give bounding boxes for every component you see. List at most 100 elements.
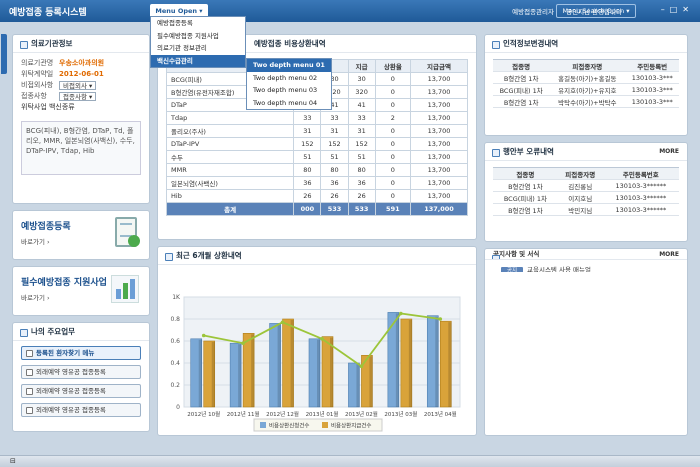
minimize-icon[interactable]: –	[661, 5, 670, 14]
table-cell: 36	[293, 176, 322, 190]
my-work-item[interactable]: 외래예약 영유공 접종등록	[21, 403, 141, 417]
line-point	[201, 333, 206, 338]
table-row[interactable]: Hib 26 26 26 0 13,700	[165, 189, 469, 203]
label: 위탁계약일	[21, 70, 54, 79]
table-cell: 0	[374, 72, 411, 86]
column-header: 지급	[347, 59, 376, 73]
table-cell: 박탁수(아기)+박탁수	[549, 95, 626, 108]
table-cell: 13,700	[409, 111, 469, 125]
more-link[interactable]: MORE	[659, 143, 679, 161]
table-row[interactable]: Tdap 33 33 33 2 13,700	[165, 111, 469, 125]
table-cell: 홍길동(아기)+홍길동	[549, 71, 626, 84]
label: 비접외사항	[21, 81, 54, 90]
bar-shade	[369, 356, 373, 407]
menu-search-button[interactable]: Menu Search Open ▾	[556, 4, 636, 18]
admin-link[interactable]: 예방접종관리자	[512, 8, 554, 16]
submenu-item[interactable]: Two depth menu 03	[247, 84, 331, 97]
table-cell: 33	[293, 111, 322, 125]
table-cell: 130103-3******	[602, 179, 679, 192]
table-cell: 이지호님	[557, 191, 603, 204]
table-cell: 36	[347, 176, 376, 190]
table-cell: 0	[374, 189, 411, 203]
table-cell: 폴리오(주사)	[165, 124, 295, 138]
table-cell: 31	[320, 124, 349, 138]
person-table: 접종명 피접종자명 주민등록번 B형간염 1차 홍길동(아기)+홍길동 130103-3*…	[493, 59, 679, 108]
submenu-item[interactable]: Two depth menu 04	[247, 97, 331, 110]
my-work-item[interactable]: 외래예약 영유공 접종등록	[21, 365, 141, 379]
table-row[interactable]: 폴리오(주사) 31 31 31 0 13,700	[165, 124, 469, 138]
select-exception[interactable]: 비접외사 ▾	[59, 81, 97, 90]
menu-item-register[interactable]: 예방접종등록	[151, 17, 245, 30]
total-cell: 591	[374, 202, 411, 216]
table-cell: 13,700	[409, 85, 469, 99]
close-icon[interactable]: ✕	[682, 5, 694, 14]
table-cell: 36	[320, 176, 349, 190]
line-point	[399, 311, 403, 316]
table-cell: 0	[374, 124, 411, 138]
table-row[interactable]: BCG(피내) 1차 유지호(아기)+유지호 130103-3***	[493, 83, 679, 96]
table-cell: 33	[347, 111, 376, 125]
my-work-item[interactable]: 등록된 환자찾기 메뉴	[21, 346, 141, 360]
table-row[interactable]: MMR 80 80 80 0 13,700	[165, 163, 469, 177]
select-vaccination[interactable]: 접종사항 ▾	[59, 92, 97, 101]
institution-panel: 의료기관정보 의료기관명 우송소아과의원 위탁계약일 2012-06-01 비접외사…	[12, 34, 150, 204]
support-card[interactable]: 필수예방접종 지원사업 바로가기 ›	[12, 266, 150, 316]
table-cell: Hib	[165, 189, 295, 203]
total-row: 총계 000 533 533 591 137,000	[165, 202, 469, 216]
vaccine-list: BCG(피내), B형간염, DTaP, Td, 폴리오, MMR, 일본뇌염(…	[21, 121, 141, 175]
sidebar-toggle[interactable]	[1, 34, 7, 74]
x-tick-label: 2012년 11월	[227, 410, 260, 418]
table-cell: 51	[320, 150, 349, 164]
line-point	[359, 364, 364, 369]
x-tick-label: 2013년 02월	[345, 410, 378, 418]
menu-item-institution[interactable]: 의료기관 정보관리	[151, 42, 245, 55]
legend-label: 비용상환지급건수	[331, 422, 371, 430]
notice-title: 공지사항 및 서식 MORE	[485, 249, 687, 261]
table-cell: 130103-3***	[625, 71, 679, 84]
menu-item-support[interactable]: 필수예방접종 지원사업	[151, 30, 245, 43]
table-cell: 13,700	[409, 150, 469, 164]
table-row[interactable]: 수두 51 51 51 0 13,700	[165, 150, 469, 164]
submenu-item[interactable]: Two depth menu 02	[247, 72, 331, 85]
my-work-panel: 나의 주요업무 등록된 환자찾기 메뉴 외래예약 영유공 접종등록 외래예약 영…	[12, 322, 150, 432]
table-row[interactable]: 일본뇌염(사백신) 36 36 36 0 13,700	[165, 176, 469, 190]
more-link[interactable]: MORE	[659, 249, 679, 259]
table-row[interactable]: BCG(피내) 1차 이지호님 130103-3******	[493, 191, 679, 204]
bar-shade	[395, 313, 399, 407]
line-point	[241, 341, 245, 345]
total-cell: 137,000	[409, 202, 469, 216]
x-tick-label: 2012년 10월	[187, 410, 220, 418]
table-row[interactable]: B형간염 1차 홍길동(아기)+홍길동 130103-3***	[493, 71, 679, 84]
institution-title: 의료기관정보	[13, 35, 149, 53]
menu-item-vaccine[interactable]: 백신수급관리	[151, 54, 245, 67]
my-work-item[interactable]: 외래예약 영유공 접종등록	[21, 384, 141, 398]
table-cell: 152	[347, 137, 376, 151]
line-point	[438, 317, 443, 321]
column-header: 상환율	[374, 59, 411, 73]
x-tick-label: 2012년 12월	[266, 410, 299, 418]
table-row[interactable]: B형간염 1차 박탁수(아기)+박탁수 130103-3***	[493, 95, 679, 108]
maximize-icon[interactable]: □	[670, 5, 683, 14]
total-cell: 000	[293, 202, 322, 216]
table-row[interactable]: B형간염 1차 박민지님 130103-3******	[493, 203, 679, 216]
table-cell: BCG(피내) 1차	[493, 83, 550, 96]
institution-name: 우송소아과의원	[59, 59, 105, 68]
column-header: 피접종자명	[557, 167, 603, 180]
line-point	[320, 337, 324, 341]
notice-badge: 공지	[501, 267, 523, 272]
table-row[interactable]: B형간염 1차 김진롱님 130103-3******	[493, 179, 679, 192]
table-row[interactable]: DTaP-IPV 152 152 152 0 13,700	[165, 137, 469, 151]
table-cell: 13,700	[409, 176, 469, 190]
table-cell: 13,700	[409, 98, 469, 112]
legend-swatch	[260, 422, 266, 428]
table-cell: 31	[293, 124, 322, 138]
submenu-item[interactable]: Two depth menu 01	[247, 59, 331, 72]
footer-icon[interactable]: ⊟	[10, 457, 16, 465]
table-cell: 일본뇌염(사백신)	[165, 176, 295, 190]
register-card[interactable]: 예방접종등록 바로가기 ›	[12, 210, 150, 260]
y-tick-label: 0.6	[170, 338, 180, 345]
x-tick-label: 2013년 04월	[424, 410, 457, 418]
bar-shade	[277, 324, 281, 407]
notice-item[interactable]: 공지 교육시스템 사용 매뉴얼	[493, 265, 687, 272]
table-cell: B형간염 1차	[493, 95, 550, 108]
